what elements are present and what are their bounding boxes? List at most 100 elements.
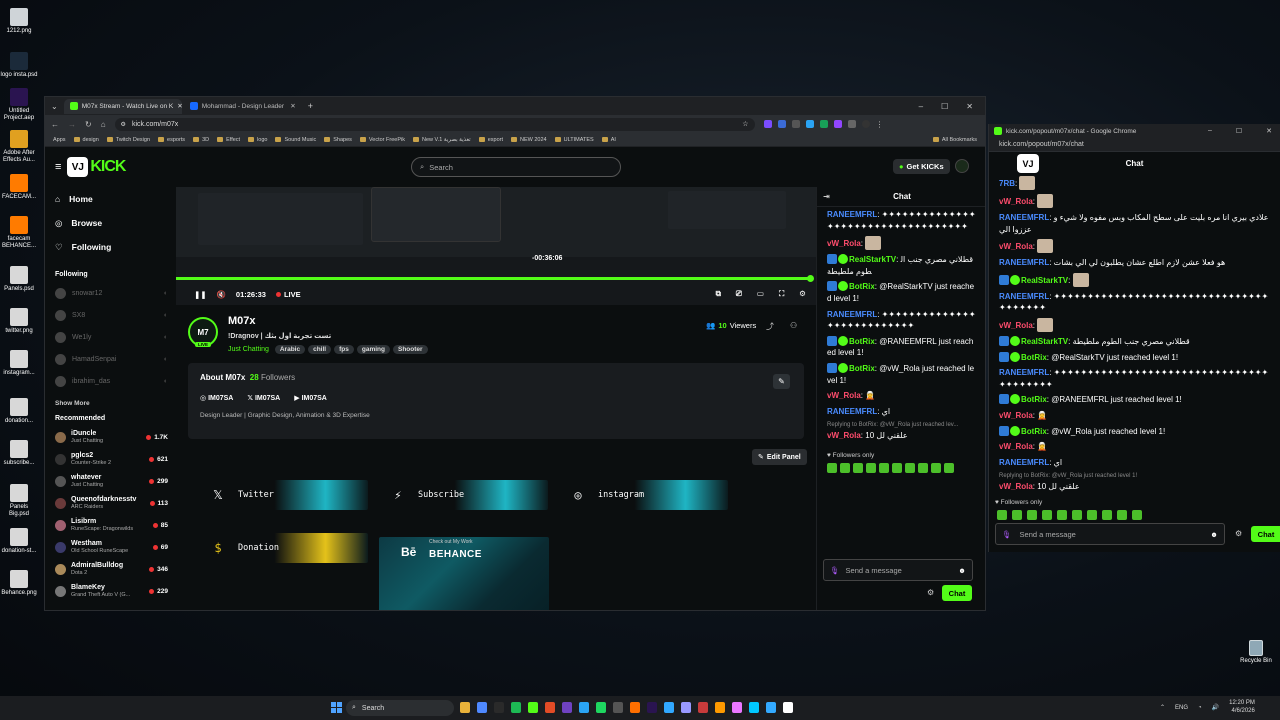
- chat-username[interactable]: RANEEMFRL: [999, 368, 1049, 377]
- bookmark-item[interactable]: Apps: [53, 137, 66, 143]
- emote-icon[interactable]: [840, 462, 850, 473]
- chat-username[interactable]: vW_Rola: [999, 197, 1033, 206]
- popout-send-button[interactable]: Chat: [1251, 526, 1280, 542]
- minimize-button[interactable]: –: [1208, 127, 1212, 135]
- emote-icon[interactable]: [1057, 509, 1067, 520]
- taskbar-app-icon[interactable]: [545, 702, 555, 713]
- recycle-bin[interactable]: Recycle Bin: [1236, 640, 1276, 664]
- extension-icon[interactable]: [791, 119, 800, 128]
- emote-icon[interactable]: [892, 462, 902, 473]
- fullscreen-icon[interactable]: ⛶: [779, 289, 784, 299]
- taskbar-app-icon[interactable]: [681, 702, 691, 713]
- wifi-icon[interactable]: ◔: [1198, 705, 1202, 711]
- emote-icon[interactable]: [1012, 509, 1022, 520]
- progress-bar[interactable]: [176, 275, 814, 282]
- taskbar-app-icon[interactable]: [562, 702, 572, 713]
- menu-kebab-icon[interactable]: ⋮: [876, 120, 884, 129]
- edit-about-button[interactable]: ✎: [773, 374, 790, 389]
- desktop-icon[interactable]: FACECAM...: [0, 174, 38, 201]
- maximize-button[interactable]: ☐: [941, 102, 948, 111]
- recommended-item[interactable]: AdmiralBulldog Dota 2 346: [55, 558, 176, 580]
- desktop-icon[interactable]: Adobe After Effects Au...: [0, 130, 38, 164]
- chat-username[interactable]: BotRix: [1021, 353, 1047, 362]
- taskbar-app-icon[interactable]: [596, 702, 606, 713]
- emote-icon[interactable]: [931, 462, 941, 473]
- star-icon[interactable]: ☆: [742, 120, 748, 128]
- taskbar-app-icon[interactable]: [698, 702, 708, 713]
- forward-icon[interactable]: →: [68, 120, 76, 129]
- sidebar-item-browse[interactable]: ◎ Browse: [55, 211, 176, 235]
- chat-username[interactable]: BotRix: [849, 282, 875, 291]
- sidebar-item-home[interactable]: ⌂ Home: [55, 187, 176, 211]
- minimize-button[interactable]: –: [919, 102, 923, 111]
- chat-username[interactable]: RANEEMFRL: [999, 292, 1049, 301]
- close-window-button[interactable]: ✕: [966, 102, 973, 111]
- panel-twitter[interactable]: 𝕏 Twitter: [198, 480, 368, 510]
- maximize-button[interactable]: ☐: [1236, 127, 1242, 135]
- following-item[interactable]: snowar12 ◐: [55, 282, 176, 304]
- share-icon[interactable]: ⤴: [766, 321, 774, 332]
- bookmark-item[interactable]: 3D: [193, 137, 209, 143]
- get-kicks-button[interactable]: ● Get KICKs: [893, 159, 950, 174]
- bookmark-item[interactable]: AI: [602, 137, 616, 143]
- bookmark-item[interactable]: Twitch Design: [107, 137, 150, 143]
- desktop-icon[interactable]: Panels Big.psd: [0, 484, 38, 518]
- new-tab-button[interactable]: +: [308, 101, 313, 111]
- bookmark-item[interactable]: NEW 2024: [511, 137, 547, 143]
- user-avatar[interactable]: [955, 159, 969, 173]
- chat-username[interactable]: BotRix: [1021, 395, 1047, 404]
- desktop-icon[interactable]: donation-st...: [0, 528, 38, 555]
- bookmark-item[interactable]: Shapes: [324, 137, 352, 143]
- taskbar-app-icon[interactable]: [647, 702, 657, 713]
- close-window-button[interactable]: ✕: [1266, 127, 1272, 135]
- desktop-icon[interactable]: instagram...: [0, 350, 38, 377]
- chat-input[interactable]: 🎙 Send a message ☻: [823, 559, 973, 581]
- social-link[interactable]: ◎ IM07SA: [200, 394, 233, 402]
- chat-username[interactable]: vW_Rola: [999, 411, 1033, 420]
- desktop-icon[interactable]: Untitled Project.aep: [0, 88, 38, 122]
- chat-username[interactable]: vW_Rola: [827, 239, 861, 248]
- url-bar[interactable]: ⚙ kick.com/m07x ☆: [114, 117, 755, 131]
- chat-username[interactable]: vW_Rola: [999, 442, 1033, 451]
- pause-icon[interactable]: ❚❚: [194, 290, 207, 299]
- recommended-item[interactable]: Westham Old School RuneScape 69: [55, 536, 176, 558]
- extension-icon[interactable]: [777, 119, 786, 128]
- bookmark-item[interactable]: esport: [479, 137, 503, 143]
- taskbar-app-icon[interactable]: [732, 702, 742, 713]
- desktop-icon[interactable]: Behance.png: [0, 570, 38, 597]
- recommended-item[interactable]: whatever Just Chatting 299: [55, 470, 176, 492]
- desktop-icon[interactable]: 1212.png: [0, 8, 38, 35]
- popout-chat-input[interactable]: 🎙 Send a message ☻: [995, 523, 1225, 545]
- desktop-icon[interactable]: logo insta.psd: [0, 52, 38, 79]
- chat-username[interactable]: RANEEMFRL: [827, 210, 877, 219]
- social-link[interactable]: ▶ IM07SA: [294, 394, 327, 402]
- recommended-item[interactable]: BlameKey Grand Theft Auto V (G... 229: [55, 580, 176, 602]
- taskbar-app-icon[interactable]: [749, 702, 759, 713]
- search-input[interactable]: ⌕ Search: [411, 157, 621, 177]
- stream-tag[interactable]: fps: [334, 345, 354, 354]
- bookmark-item[interactable]: New V.1 تغذية بصرية: [413, 137, 471, 143]
- extension-icon[interactable]: [805, 119, 814, 128]
- extension-icon[interactable]: [763, 119, 772, 128]
- chat-username[interactable]: RANEEMFRL: [827, 407, 877, 416]
- site-info-icon[interactable]: ⚙: [121, 121, 126, 128]
- chat-username[interactable]: BotRix: [1021, 427, 1047, 436]
- bookmark-item[interactable]: design: [74, 137, 99, 143]
- tab-kick[interactable]: M07x Stream - Watch Live on K ✕: [63, 98, 182, 114]
- edit-panel-button[interactable]: ✎ Edit Panel: [752, 449, 807, 465]
- bookmark-item[interactable]: Vector FreePik: [360, 137, 405, 143]
- desktop-icon[interactable]: twitter.png: [0, 308, 38, 335]
- popout-url[interactable]: kick.com/popout/m07x/chat: [989, 138, 1280, 152]
- profile-icon[interactable]: [861, 119, 870, 128]
- chat-username[interactable]: RANEEMFRL: [827, 310, 877, 319]
- bookmark-item[interactable]: esports: [158, 137, 185, 143]
- chat-username[interactable]: RANEEMFRL: [999, 213, 1049, 222]
- bookmark-item[interactable]: ULTIMATES: [555, 137, 594, 143]
- extension-icon[interactable]: [833, 119, 842, 128]
- extension-icon[interactable]: [819, 119, 828, 128]
- chat-send-button[interactable]: Chat: [942, 585, 972, 601]
- social-link[interactable]: 𝕏 IM07SA: [247, 394, 280, 402]
- recommended-item[interactable]: Lisibrm RuneScape: Dragonwilds 85: [55, 514, 176, 536]
- stream-tag[interactable]: Arabic: [274, 345, 306, 354]
- taskbar-app-icon[interactable]: [613, 702, 623, 713]
